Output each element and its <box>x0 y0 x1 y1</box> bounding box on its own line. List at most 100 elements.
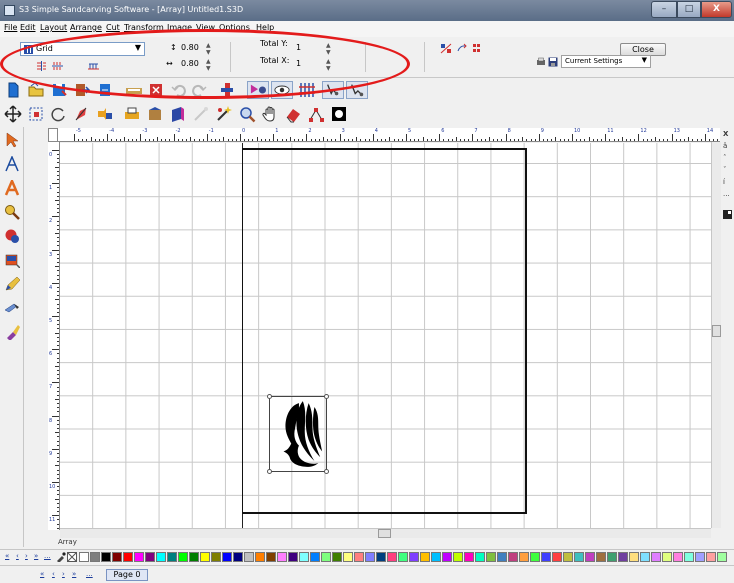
color-swatch[interactable] <box>156 552 166 562</box>
panel-scroll-bottom[interactable]: í <box>723 178 725 186</box>
color-swatch[interactable] <box>266 552 276 562</box>
menu-image[interactable]: Image <box>167 23 192 32</box>
page-next-button[interactable]: › <box>62 570 65 580</box>
color-swatch[interactable] <box>211 552 221 562</box>
fill-tool-icon[interactable] <box>4 228 20 244</box>
close-panel-button[interactable]: X <box>723 130 728 138</box>
preview-eye-icon[interactable] <box>271 81 293 99</box>
delete-icon[interactable] <box>147 81 165 99</box>
color-swatch[interactable] <box>607 552 617 562</box>
select-arrow-icon[interactable] <box>4 132 20 148</box>
color-swatch[interactable] <box>354 552 364 562</box>
page-last-button[interactable]: » <box>72 570 76 580</box>
vertical-scroll-thumb[interactable] <box>712 325 721 337</box>
grid-array-icon[interactable] <box>298 81 316 99</box>
spacing-x-stepper[interactable]: ▲ ▼ <box>206 58 213 72</box>
page-tab[interactable]: Page 0 <box>106 569 148 581</box>
rotate-icon[interactable] <box>50 105 68 123</box>
menu-view[interactable]: View <box>196 23 215 32</box>
color-swatch[interactable] <box>365 552 375 562</box>
color-swatch[interactable] <box>673 552 683 562</box>
page-prev-button[interactable]: ‹ <box>52 570 55 580</box>
palette-first-button[interactable]: « <box>5 552 9 562</box>
color-swatch[interactable] <box>706 552 716 562</box>
design-canvas[interactable] <box>60 143 711 528</box>
page-first-button[interactable]: « <box>40 570 44 580</box>
panel-scroll-up[interactable]: ˆ <box>723 154 727 162</box>
color-swatch[interactable] <box>684 552 694 562</box>
move-icon[interactable] <box>4 105 22 123</box>
color-swatch[interactable] <box>453 552 463 562</box>
close-window-button[interactable]: X <box>701 1 732 18</box>
text-tool-icon[interactable] <box>4 180 20 196</box>
color-swatch[interactable] <box>145 552 155 562</box>
stencil-pressed-icon[interactable] <box>247 81 269 99</box>
pencil-tool-icon[interactable] <box>4 276 20 292</box>
scan-icon[interactable] <box>125 81 143 99</box>
color-swatch[interactable] <box>343 552 353 562</box>
color-swatch[interactable] <box>90 552 100 562</box>
pan-hand-icon[interactable] <box>261 105 279 123</box>
minimize-button[interactable]: – <box>651 1 677 18</box>
menu-edit[interactable]: Edit <box>20 23 36 32</box>
pen-tool-icon[interactable] <box>73 105 91 123</box>
shape-tool-icon[interactable] <box>4 156 20 172</box>
resize-handle[interactable] <box>267 394 272 399</box>
color-swatch[interactable] <box>530 552 540 562</box>
total-y-input[interactable]: 1 <box>296 43 301 52</box>
horizontal-scroll-thumb[interactable] <box>378 529 391 538</box>
ruler-origin[interactable] <box>48 128 58 142</box>
color-picker-icon[interactable] <box>4 252 20 268</box>
selected-artwork[interactable] <box>267 394 329 474</box>
resize-handle[interactable] <box>324 394 329 399</box>
array-rotate-icon[interactable] <box>456 43 468 54</box>
color-swatch[interactable] <box>288 552 298 562</box>
vertical-scrollbar[interactable] <box>711 142 721 528</box>
zoom-object-icon[interactable] <box>238 105 256 123</box>
palette-last-button[interactable]: » <box>34 552 38 562</box>
color-swatch[interactable] <box>409 552 419 562</box>
panel-scroll-top[interactable]: â <box>723 142 727 150</box>
color-swatch[interactable] <box>596 552 606 562</box>
no-color-icon[interactable] <box>67 552 77 562</box>
color-swatch[interactable] <box>574 552 584 562</box>
color-swatch[interactable] <box>277 552 287 562</box>
color-swatch[interactable] <box>244 552 254 562</box>
color-swatch[interactable] <box>310 552 320 562</box>
cut-icon[interactable] <box>218 81 236 99</box>
color-swatch[interactable] <box>519 552 529 562</box>
palette-next-button[interactable]: › <box>25 552 28 562</box>
printer-icon[interactable] <box>123 105 141 123</box>
color-swatch[interactable] <box>189 552 199 562</box>
node-edit-icon[interactable] <box>322 81 344 99</box>
weed-box-icon[interactable] <box>330 105 348 123</box>
total-y-stepper[interactable]: ▲ ▼ <box>326 42 333 56</box>
color-swatch[interactable] <box>79 552 89 562</box>
color-swatch[interactable] <box>442 552 452 562</box>
menu-layout[interactable]: Layout <box>40 23 67 32</box>
distribute-icon[interactable] <box>88 61 99 71</box>
weld-icon[interactable] <box>346 81 368 99</box>
color-swatch[interactable] <box>299 552 309 562</box>
color-swatch[interactable] <box>101 552 111 562</box>
magic-wand-icon[interactable] <box>215 105 233 123</box>
color-swatch[interactable] <box>167 552 177 562</box>
color-swatch[interactable] <box>695 552 705 562</box>
color-swatch[interactable] <box>376 552 386 562</box>
eraser-icon[interactable] <box>284 105 302 123</box>
redo-icon[interactable] <box>190 81 208 99</box>
color-swatch[interactable] <box>112 552 122 562</box>
export-icon[interactable] <box>96 81 114 99</box>
menu-arrange[interactable]: Arrange <box>70 23 102 32</box>
horizontal-scrollbar[interactable] <box>60 528 711 538</box>
new-document-icon[interactable] <box>4 81 22 99</box>
settings-select[interactable]: Current Settings ▼ <box>561 55 651 68</box>
color-swatch[interactable] <box>431 552 441 562</box>
array-mode-select[interactable]: Grid ▼ <box>20 42 145 56</box>
palette-prev-button[interactable]: ‹ <box>16 552 19 562</box>
page-more-button[interactable]: ... <box>86 570 93 580</box>
open-folder-icon[interactable] <box>27 81 45 99</box>
brush-tool-icon[interactable] <box>4 324 20 340</box>
array-auto-icon[interactable] <box>440 43 452 54</box>
color-swatch[interactable] <box>717 552 727 562</box>
